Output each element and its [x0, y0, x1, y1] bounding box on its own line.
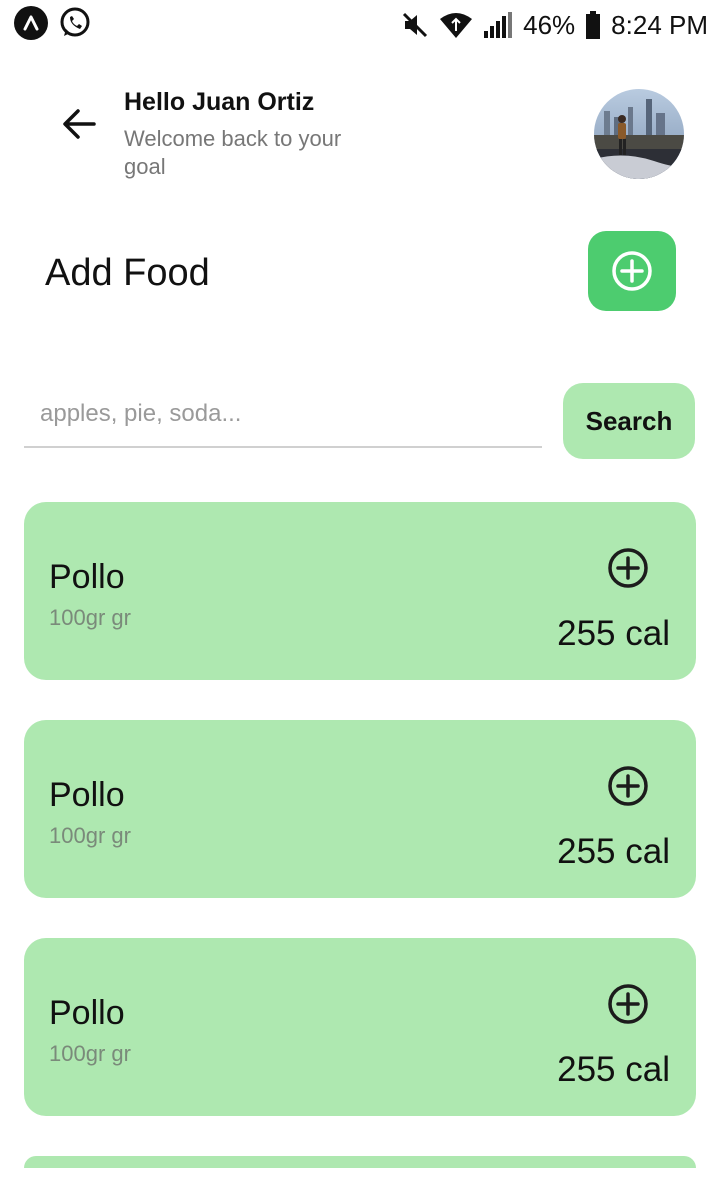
avatar[interactable]: [594, 89, 684, 179]
food-portion: 100gr gr: [49, 1041, 131, 1066]
greeting-title: Hello Juan Ortiz: [124, 88, 315, 116]
search-input[interactable]: [24, 382, 542, 448]
page-title: Add Food: [45, 252, 210, 294]
signal-icon: [483, 11, 513, 39]
back-button[interactable]: [58, 104, 102, 144]
food-calories: 255 cal: [557, 1050, 670, 1089]
food-name: Pollo: [49, 994, 125, 1032]
food-card[interactable]: Pollo 100gr gr 255 cal: [24, 720, 696, 898]
battery-percent: 46%: [523, 9, 576, 40]
app-notification-icon: [14, 6, 48, 40]
food-name: Pollo: [49, 558, 125, 596]
food-name: Pollo: [49, 776, 125, 814]
plus-circle-icon: [608, 766, 648, 806]
battery-icon: [585, 11, 601, 39]
add-food-item-button[interactable]: [606, 764, 650, 808]
status-notifications: [14, 6, 92, 45]
clock: 8:24 PM: [611, 9, 708, 40]
plus-circle-icon: [608, 548, 648, 588]
food-card[interactable]: Pollo 100gr gr 255 cal: [24, 938, 696, 1116]
food-calories: 255 cal: [557, 614, 670, 653]
whatsapp-icon: [58, 6, 92, 45]
arrow-left-icon: [63, 109, 96, 139]
mute-icon: [401, 11, 429, 39]
food-portion: 100gr gr: [49, 823, 131, 848]
status-bar: 46% 8:24 PM: [0, 0, 720, 50]
food-calories: 255 cal: [557, 832, 670, 871]
add-food-item-button[interactable]: [606, 546, 650, 590]
food-card-partial[interactable]: [24, 1156, 696, 1168]
greeting-subtitle: Welcome back to your goal: [124, 126, 342, 179]
food-portion: 100gr gr: [49, 605, 131, 630]
plus-circle-icon: [612, 251, 652, 291]
status-system-icons: 46% 8:24 PM: [401, 6, 708, 44]
add-food-item-button[interactable]: [606, 982, 650, 1026]
search-button[interactable]: Search: [563, 383, 695, 459]
plus-circle-icon: [608, 984, 648, 1024]
food-card[interactable]: Pollo 100gr gr 255 cal: [24, 502, 696, 680]
wifi-icon: [439, 11, 473, 39]
add-food-button[interactable]: [588, 231, 676, 311]
